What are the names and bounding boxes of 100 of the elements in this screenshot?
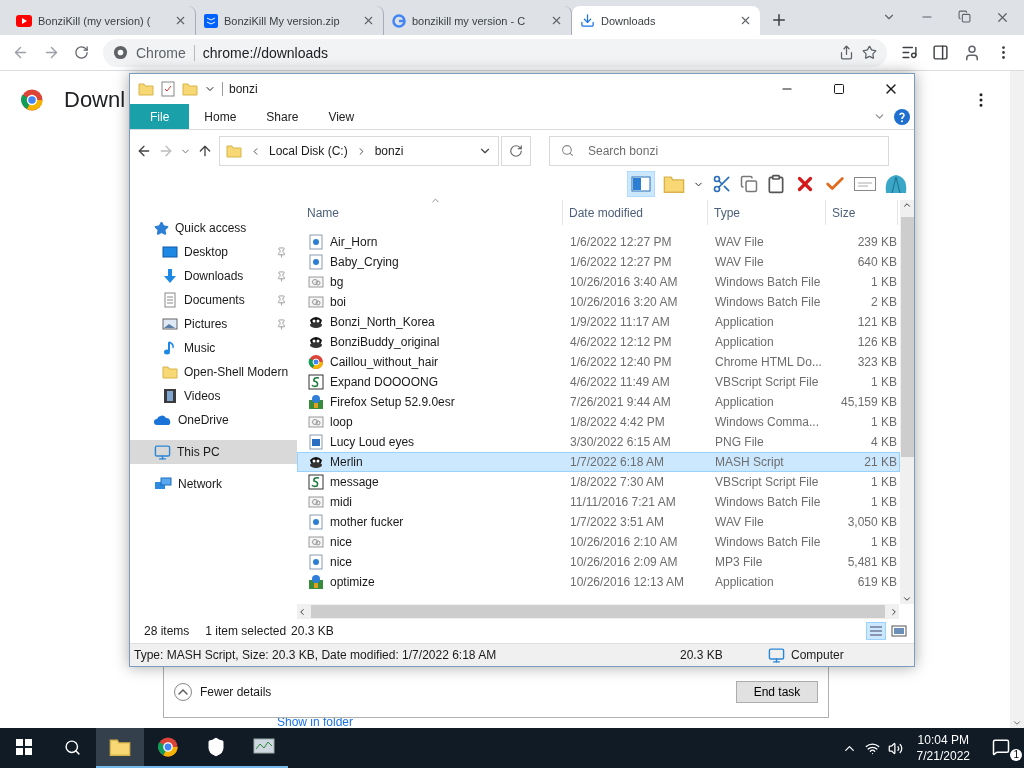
scrollbar[interactable] <box>1010 71 1024 728</box>
download-arrow-icon <box>162 268 178 284</box>
file-row[interactable]: mother fucker 1/7/2022 3:51 AM WAV File 3,050 KB <box>297 512 900 532</box>
clock[interactable]: 10:04 PM 7/21/2022 <box>910 732 976 764</box>
restore-icon[interactable] <box>958 10 971 23</box>
nav-item[interactable]: Pictures <box>130 312 297 336</box>
nav-item[interactable]: Network <box>130 472 297 496</box>
file-size: 1 KB <box>870 415 898 429</box>
scroll-down-icon[interactable] <box>1012 718 1022 728</box>
volume-icon[interactable] <box>887 740 903 756</box>
paste-icon[interactable] <box>766 174 786 194</box>
vertical-scrollbar[interactable] <box>900 200 914 604</box>
cut-icon[interactable] <box>712 174 732 194</box>
file-row[interactable]: loop 1/8/2022 4:42 PM Windows Comma... 1 KB <box>297 412 900 432</box>
horizontal-scrollbar[interactable] <box>297 604 899 619</box>
bookmark-star-icon[interactable] <box>862 45 877 60</box>
file-name: message <box>330 475 379 489</box>
address-bar[interactable]: Chrome chrome://downloads <box>103 38 887 67</box>
file-row[interactable]: Bonzi_North_Korea 1/9/2022 11:17 AM Application 121 KB <box>297 312 900 332</box>
search-field[interactable]: Search bonzi <box>549 136 889 166</box>
file-row[interactable]: Caillou_without_hair 1/6/2022 12:40 PM Chrome HTML Do... 323 KB <box>297 352 900 372</box>
copy-icon[interactable] <box>740 175 758 193</box>
back-icon[interactable] <box>136 143 152 159</box>
file-type: Application <box>714 575 775 589</box>
notification-icon[interactable] <box>992 737 1010 756</box>
file-type: MP3 File <box>714 555 764 569</box>
file-row[interactable]: nice 10/26/2016 2:09 AM MP3 File 5,481 KB <box>297 552 900 572</box>
share-icon[interactable] <box>839 45 854 60</box>
column-header[interactable]: Date modified <box>563 200 708 225</box>
nav-item[interactable]: Music <box>130 336 297 360</box>
address-field[interactable]: Local Disk (C:) bonzi <box>219 136 499 166</box>
reload-icon[interactable] <box>74 45 89 60</box>
file-row[interactable]: Merlin 1/7/2022 6:18 AM MASH Script 21 KB <box>297 452 900 472</box>
profile-icon[interactable] <box>963 43 981 62</box>
close-icon[interactable] <box>174 14 187 27</box>
forward-icon[interactable] <box>43 44 60 61</box>
file-row[interactable]: midi 11/11/2016 7:21 AM Windows Batch File 1 KB <box>297 492 900 512</box>
nav-item[interactable]: Videos <box>130 384 297 408</box>
file-row[interactable]: Lucy Loud eyes 3/30/2022 6:15 AM PNG File 4 KB <box>297 432 900 452</box>
envelope-icon[interactable] <box>854 177 876 191</box>
help-icon[interactable] <box>894 108 910 125</box>
file-row[interactable]: Expand DOOOONG 4/6/2022 11:49 AM VBScript Script File 1 KB <box>297 372 900 392</box>
nav-label: This PC <box>177 445 221 459</box>
shell-icon[interactable] <box>884 173 908 195</box>
nav-item[interactable]: Desktop <box>130 240 297 264</box>
column-header[interactable]: Name <box>297 200 563 225</box>
nav-item[interactable]: Quick access <box>130 216 297 240</box>
preview-pane-icon[interactable] <box>627 171 655 197</box>
folder-icon <box>226 143 242 159</box>
browser-tab[interactable]: Downloads <box>572 6 760 35</box>
up-icon[interactable] <box>197 143 213 159</box>
browser-tab[interactable]: BonziKill (my version) ( <box>8 6 196 35</box>
side-panel-icon[interactable] <box>932 44 949 61</box>
ribbon-tab[interactable]: Share <box>251 104 314 129</box>
browser-tab[interactable]: BonziKill My version.zip <box>196 6 384 35</box>
file-size: 640 KB <box>856 255 898 269</box>
scroll-down-icon[interactable] <box>902 594 912 604</box>
file-name: optimize <box>330 575 375 589</box>
nav-item[interactable]: This PC <box>130 440 297 464</box>
taskbar-app[interactable] <box>96 728 144 768</box>
file-row[interactable]: BonziBuddy_original 4/6/2022 12:12 PM Application 126 KB <box>297 332 900 352</box>
nav-item[interactable]: Open-Shell Modern <box>130 360 297 384</box>
scroll-left-icon[interactable] <box>297 606 307 617</box>
file-name: Air_Horn <box>330 235 378 249</box>
nav-item[interactable]: OneDrive <box>130 408 297 432</box>
scroll-right-icon[interactable] <box>889 606 899 617</box>
path-segment[interactable]: Local Disk (C:) <box>269 144 348 158</box>
close-icon[interactable] <box>550 14 563 27</box>
scroll-up-icon[interactable] <box>902 200 912 210</box>
file-row[interactable]: Baby_Crying 1/6/2022 12:27 PM WAV File 640 KB <box>297 252 900 272</box>
file-date: 10/26/2016 12:13 AM <box>569 575 686 589</box>
file-row[interactable]: bg 10/26/2016 3:40 AM Windows Batch File 1 KB <box>297 272 900 292</box>
ribbon-tab[interactable]: View <box>313 104 370 129</box>
file-row[interactable]: nice 10/26/2016 2:10 AM Windows Batch File 1 KB <box>297 532 900 552</box>
close-icon[interactable] <box>995 10 1010 25</box>
file-row[interactable]: optimize 10/26/2016 12:13 AM Application 619 KB <box>297 572 900 592</box>
path-segment[interactable]: bonzi <box>374 144 404 158</box>
refresh-icon[interactable] <box>501 136 531 166</box>
properties-icon[interactable] <box>160 81 176 97</box>
file-name: Expand DOOOONG <box>330 375 439 389</box>
new-tab-icon[interactable] <box>770 11 788 29</box>
column-header[interactable]: Size <box>826 200 898 225</box>
file-size: 1 KB <box>870 375 898 389</box>
nav-item[interactable]: Downloads <box>130 264 297 288</box>
file-row[interactable]: Air_Horn 1/6/2022 12:27 PM WAV File 239 KB <box>297 232 900 252</box>
file-date: 1/7/2022 6:18 AM <box>569 455 666 469</box>
media-icon[interactable] <box>901 44 918 61</box>
fewer-details-toggle[interactable]: Fewer details <box>200 685 272 699</box>
thumbnail-view-icon[interactable] <box>890 622 908 640</box>
nav-item[interactable]: Documents <box>130 288 297 312</box>
ribbon-tab[interactable]: Home <box>189 104 252 129</box>
close-icon[interactable] <box>739 14 752 27</box>
network-icon[interactable] <box>864 740 880 756</box>
close-icon[interactable] <box>362 14 375 27</box>
column-header[interactable]: Type <box>708 200 826 225</box>
file-row[interactable]: Firefox Setup 52.9.0esr 7/26/2021 9:44 AM Application 45,159 KB <box>297 392 900 412</box>
file-row[interactable]: boi 10/26/2016 3:20 AM Windows Batch File 2 KB <box>297 292 900 312</box>
end-task-button[interactable]: End task <box>736 681 818 703</box>
file-row[interactable]: message 1/8/2022 7:30 AM VBScript Script File 1 KB <box>297 472 900 492</box>
film-icon <box>162 388 178 404</box>
